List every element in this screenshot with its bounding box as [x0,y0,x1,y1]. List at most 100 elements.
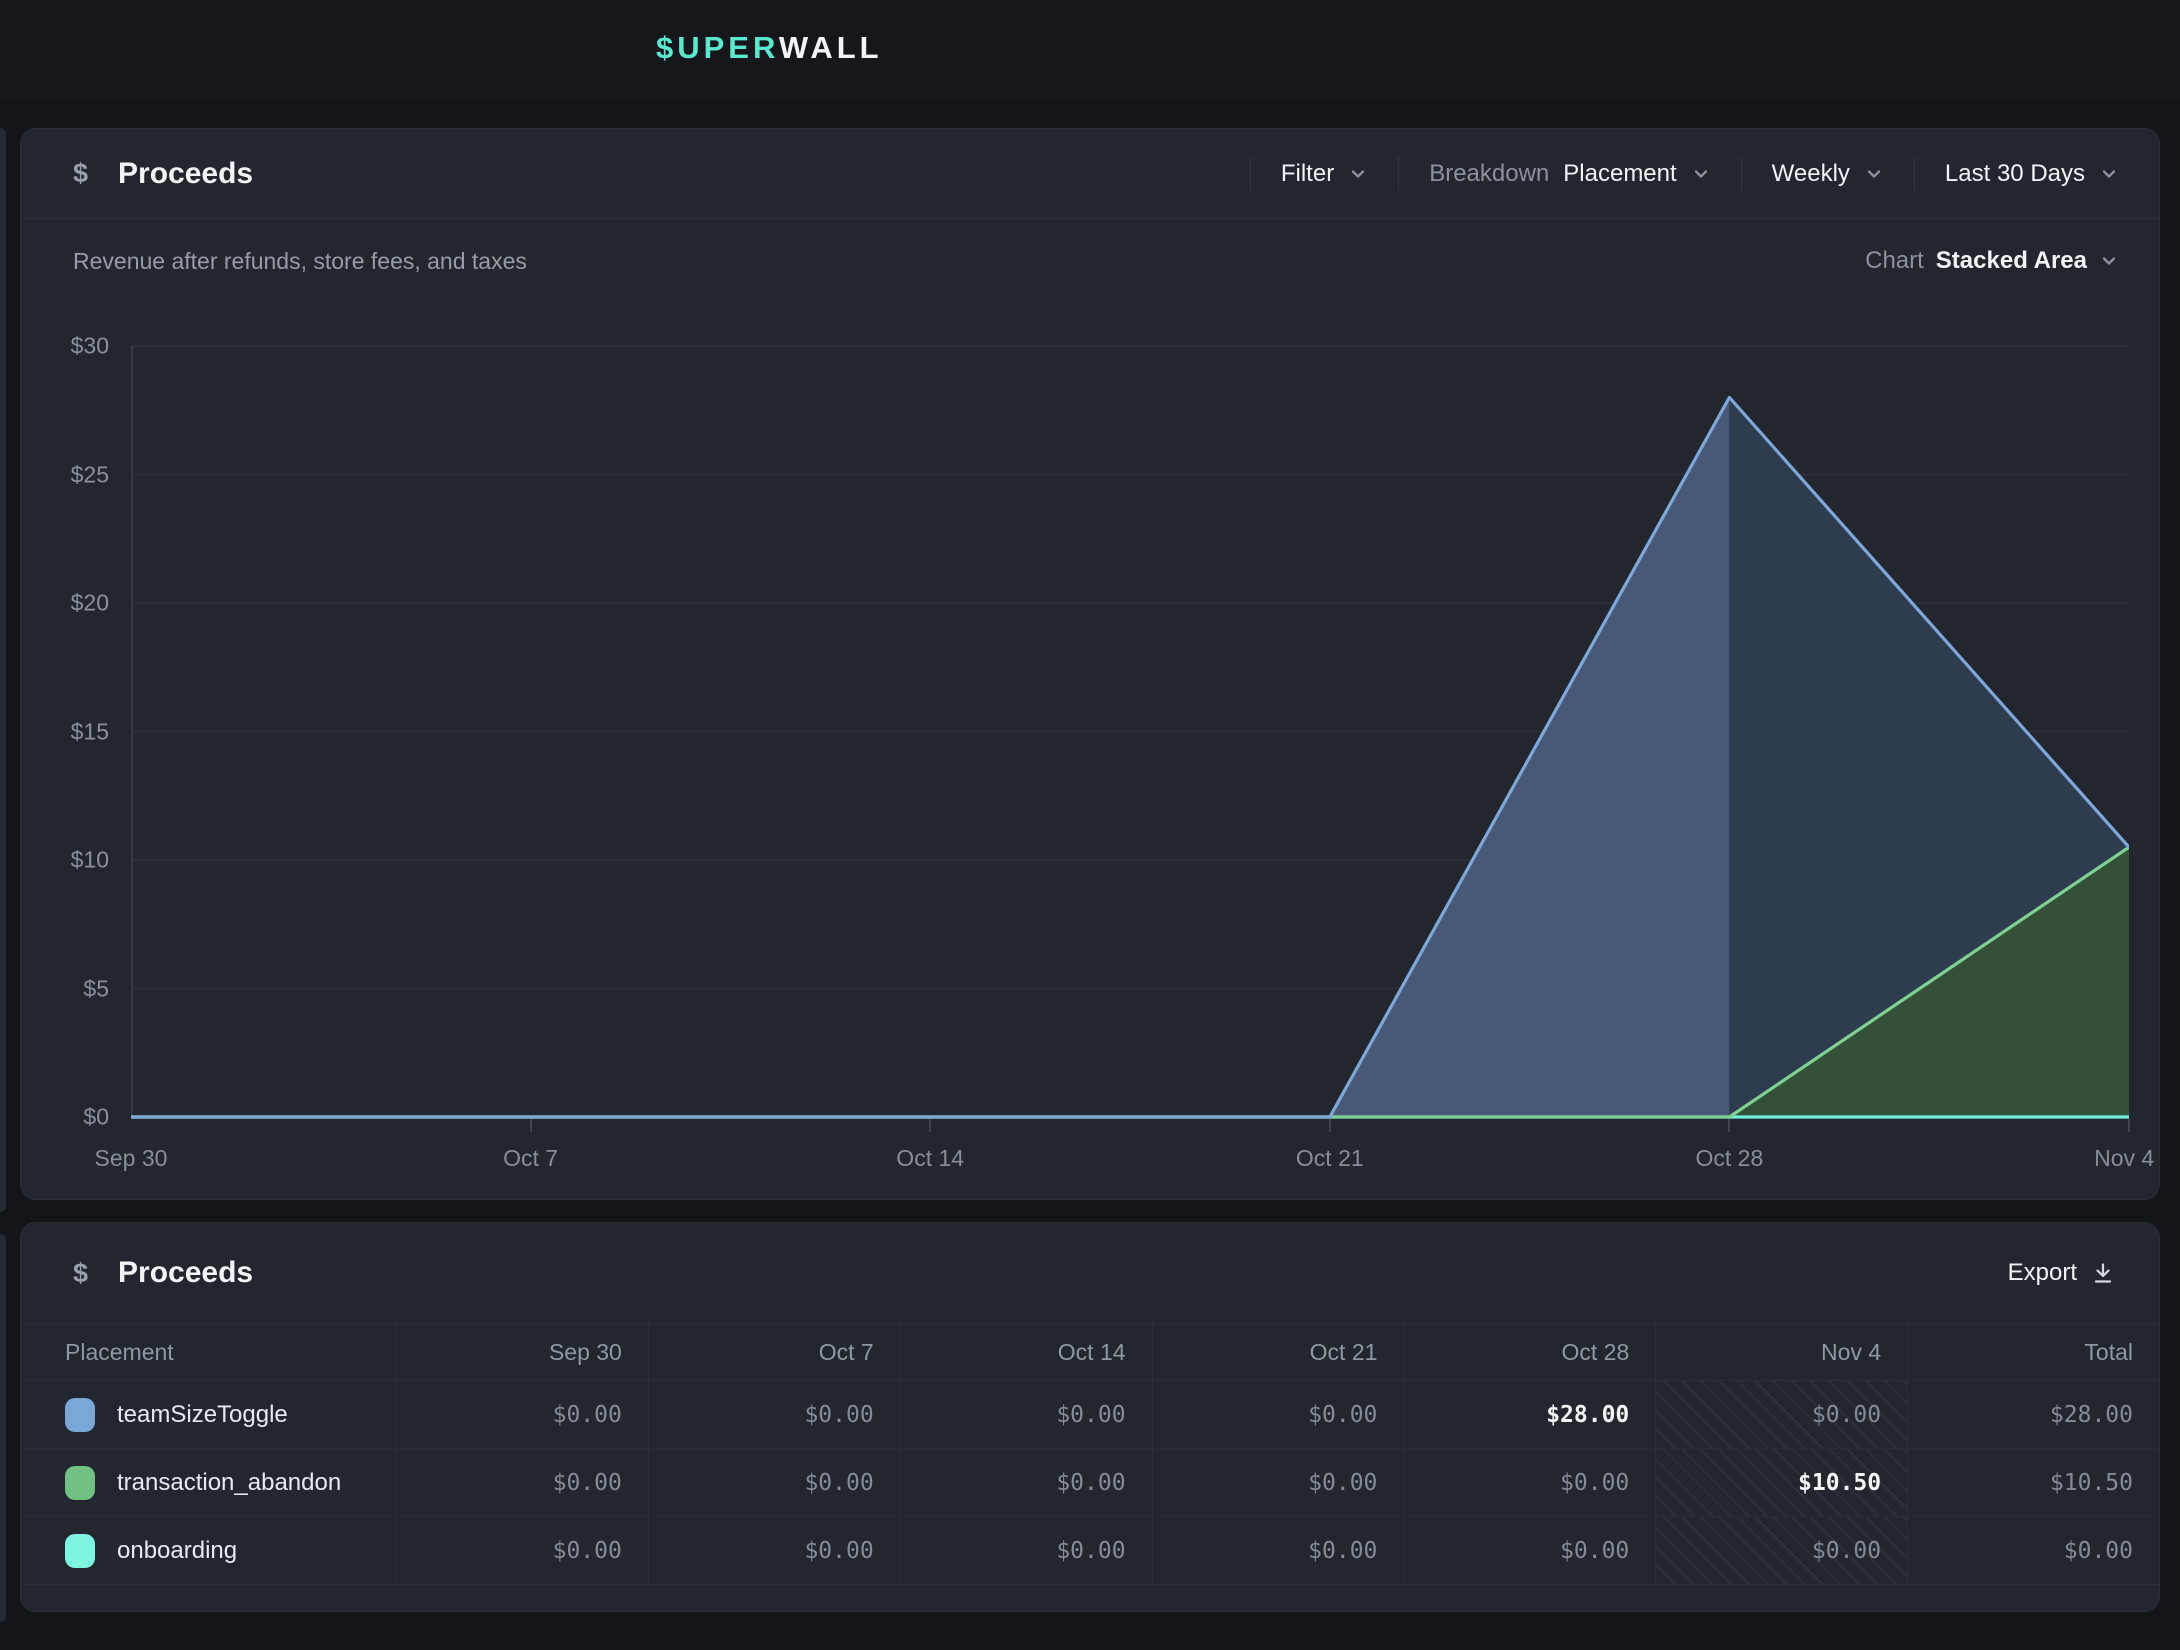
table-row-label: transaction_abandon [21,1449,396,1517]
table-cell: $0.00 [1403,1517,1655,1585]
placement-name: onboarding [117,1537,237,1565]
panel-subtitle: Revenue after refunds, store fees, and t… [73,248,527,275]
chart-svg [131,345,2129,1119]
table-cell-value: $0.00 [1560,1470,1629,1496]
chart-type-control[interactable]: Chart Stacked Area [1865,247,2119,275]
interval-button[interactable]: Weekly [1772,160,1884,188]
table-cell: $28.00 [1403,1381,1655,1449]
table-cell-value: $0.00 [553,1538,622,1564]
y-axis-label: $20 [21,590,109,617]
table-cell-value: $0.00 [804,1538,873,1564]
logo-accent-text: $UPER [656,30,779,65]
table-cell: $0.00 [1152,1381,1404,1449]
y-axis-label: $30 [21,333,109,360]
chart-type-value: Stacked Area [1936,247,2087,275]
table-cell-value: $0.00 [1308,1402,1377,1428]
table-cell: $0.00 [1152,1517,1404,1585]
control-divider [1250,157,1251,191]
table-cell: $0.00 [900,1381,1152,1449]
table-cell: $0.00 [648,1517,900,1585]
chevron-down-icon [1864,164,1884,184]
date-range-button[interactable]: Last 30 Days [1945,160,2119,188]
axis-tick [530,1119,532,1132]
table-cell: $0.00 [1655,1517,1907,1585]
table-cell-value: $0.00 [553,1402,622,1428]
table-row-label: teamSizeToggle [21,1381,396,1449]
table-cell: $0.00 [1907,1517,2159,1585]
panel-title: Proceeds [118,157,253,191]
dollar-icon: $ [73,1258,88,1289]
table-cell: $0.00 [648,1381,900,1449]
table-cell: $10.50 [1907,1449,2159,1517]
breakdown-control[interactable]: Breakdown Placement [1429,160,1710,188]
table-row-label: onboarding [21,1517,396,1585]
axis-tick [929,1119,931,1132]
table-cell-value: $10.50 [1798,1470,1881,1496]
table-cell-value: $0.00 [1560,1538,1629,1564]
chart-type-label: Chart [1865,247,1924,275]
table-header-cell: Total [1907,1323,2159,1381]
legend-swatch [65,1398,95,1432]
table-header-cell: Nov 4 [1655,1323,1907,1381]
x-axis-label: Oct 14 [896,1145,964,1172]
table-cell-value: $10.50 [2050,1470,2133,1496]
axis-tick [1728,1119,1730,1132]
y-axis-label: $5 [21,975,109,1002]
table-cell-value: $0.00 [1308,1538,1377,1564]
table-cell-value: $28.00 [1546,1402,1629,1428]
placement-name: teamSizeToggle [117,1401,288,1429]
table-cell-value: $0.00 [1812,1538,1881,1564]
table-cell-value: $28.00 [2050,1402,2133,1428]
x-axis-label: Sep 30 [95,1145,168,1172]
table-panel-header: $ Proceeds Export [21,1223,2159,1323]
table-cell: $0.00 [1152,1449,1404,1517]
top-bar: $UPERWALL [0,0,2180,100]
table-cell: $0.00 [648,1449,900,1517]
panel-controls: Filter Breakdown Placement Weekly Last 3… [1220,157,2119,191]
date-range-value: Last 30 Days [1945,160,2085,188]
chevron-down-icon [1691,164,1711,184]
table-cell-value: $0.00 [804,1470,873,1496]
table-header-cell: Oct 21 [1152,1323,1404,1381]
panel-subheader: Revenue after refunds, store fees, and t… [21,219,2159,275]
proceeds-table-panel: $ Proceeds Export PlacementSep 30Oct 7Oc… [20,1222,2160,1612]
table-cell: $0.00 [1655,1381,1907,1449]
x-axis-label: Nov 4 [2094,1145,2154,1172]
table-cell-value: $0.00 [1056,1538,1125,1564]
adjacent-card-edge [0,1234,6,1622]
y-axis-label: $25 [21,461,109,488]
table-panel-title: Proceeds [118,1256,253,1290]
table-cell: $0.00 [396,1449,648,1517]
placements-table: PlacementSep 30Oct 7Oct 14Oct 21Oct 28No… [21,1323,2159,1585]
axis-tick [1329,1119,1331,1132]
download-icon [2091,1261,2115,1285]
legend-swatch [65,1466,95,1500]
chevron-down-icon [2099,164,2119,184]
filter-button[interactable]: Filter [1281,160,1368,188]
placement-name: transaction_abandon [117,1469,341,1497]
filter-label: Filter [1281,160,1334,188]
y-axis-label: $15 [21,718,109,745]
table-cell: $0.00 [900,1449,1152,1517]
table-cell-value: $0.00 [1812,1402,1881,1428]
control-divider [1741,157,1742,191]
table-cell: $0.00 [900,1517,1152,1585]
y-axis-label: $10 [21,847,109,874]
y-axis-label: $0 [21,1104,109,1131]
interval-value: Weekly [1772,160,1850,188]
table-header-cell: Oct 7 [648,1323,900,1381]
x-axis-label: Oct 28 [1696,1145,1764,1172]
superwall-logo: $UPERWALL [656,30,883,66]
table-cell-value: $0.00 [1056,1470,1125,1496]
breakdown-value: Placement [1563,160,1676,188]
breakdown-label: Breakdown [1429,160,1549,188]
table-cell: $28.00 [1907,1381,2159,1449]
chevron-down-icon [1348,164,1368,184]
export-button[interactable]: Export [2008,1259,2115,1287]
proceeds-chart[interactable] [131,345,2129,1119]
area-teamSizeToggle [131,397,1729,1117]
table-cell: $0.00 [396,1381,648,1449]
control-divider [1398,157,1399,191]
chart-area: $0$5$10$15$20$25$30 [21,345,2129,1119]
table-cell: $0.00 [396,1517,648,1585]
